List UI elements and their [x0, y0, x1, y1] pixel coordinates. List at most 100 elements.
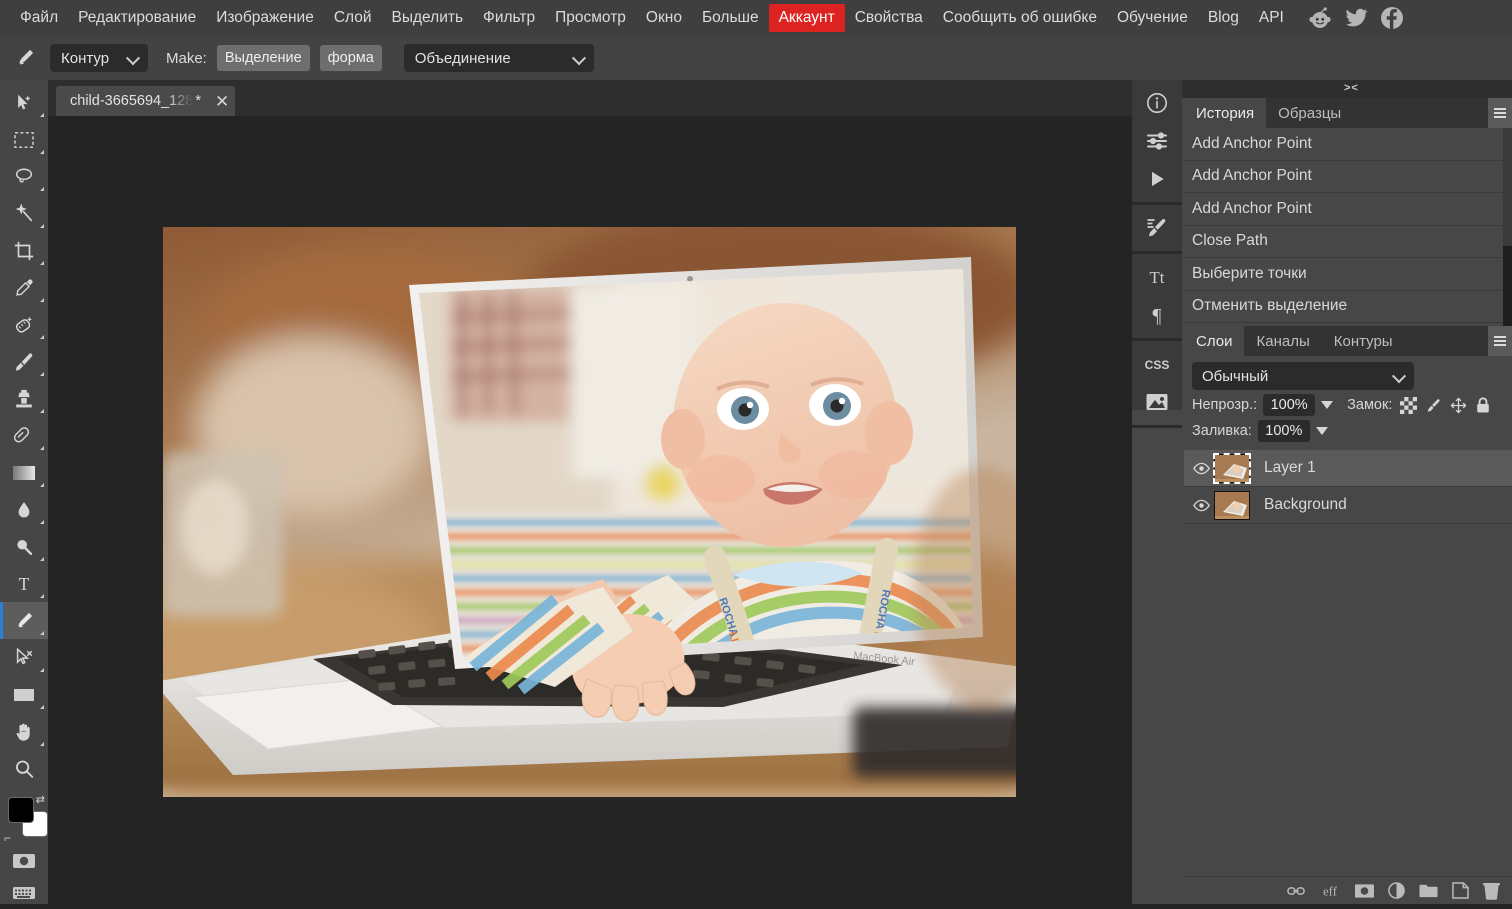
gradient-tool[interactable] [0, 454, 48, 491]
path-operation-select[interactable]: ОбъединениеВычитаниеПересечениеИсключени… [404, 44, 594, 72]
layer-row[interactable]: Layer 1 [1184, 450, 1512, 487]
menu-bar: Файл Редактирование Изображение Слой Выд… [0, 0, 1512, 36]
link-layers-icon[interactable] [1287, 885, 1305, 897]
tab-swatches[interactable]: Образцы [1266, 98, 1353, 128]
opacity-input[interactable] [1263, 394, 1315, 416]
menu-item-report-bug[interactable]: Сообщить об ошибке [933, 4, 1107, 32]
reset-colors-icon[interactable]: ⌐ [4, 831, 11, 845]
swap-colors-icon[interactable]: ⇄ [36, 793, 45, 806]
layer-visibility-icon[interactable] [1190, 462, 1212, 475]
history-panel-tabs: История Образцы [1184, 98, 1512, 128]
keyboard-shortcuts-icon[interactable] [0, 877, 48, 909]
css-icon[interactable]: CSS [1132, 345, 1182, 383]
document-tab[interactable]: child-3665694_128 * ✕ [56, 86, 235, 116]
history-entry[interactable]: Add Anchor Point [1184, 128, 1512, 161]
path-mode-select[interactable]: КонтурПикселиФорма [50, 44, 148, 72]
menu-item-blog[interactable]: Blog [1198, 4, 1249, 32]
delete-layer-icon[interactable] [1483, 882, 1500, 900]
menu-item-account[interactable]: Аккаунт [769, 4, 845, 32]
type-tool[interactable]: T [0, 565, 48, 602]
lock-all-icon[interactable] [1475, 397, 1491, 414]
reddit-icon[interactable] [1308, 6, 1332, 30]
menu-item-file[interactable]: Файл [10, 4, 68, 32]
menu-item-filter[interactable]: Фильтр [473, 4, 545, 32]
tab-paths[interactable]: Контуры [1322, 326, 1405, 356]
clone-stamp-tool[interactable] [0, 380, 48, 417]
lock-transparency-icon[interactable] [1400, 397, 1417, 414]
svg-text:T: T [19, 573, 30, 593]
foreground-color-swatch[interactable] [8, 797, 34, 823]
magic-wand-tool[interactable] [0, 195, 48, 232]
eraser-tool[interactable] [0, 417, 48, 454]
blend-mode-select[interactable]: ОбычныйРастворениеУмножениеЭкранПерекрыт… [1192, 362, 1414, 390]
actions-play-icon[interactable] [1132, 160, 1182, 198]
menu-item-properties[interactable]: Свойства [845, 4, 933, 32]
layer-visibility-icon[interactable] [1190, 499, 1212, 512]
menu-item-api[interactable]: API [1249, 4, 1294, 32]
lasso-tool[interactable] [0, 158, 48, 195]
tool-corner-marker [40, 224, 44, 228]
move-tool[interactable] [0, 84, 48, 121]
collapse-right-icon[interactable]: >< [1344, 82, 1359, 94]
canvas-area[interactable]: child-3665694_128 * ✕ [48, 80, 1132, 904]
adjustments-sliders-icon[interactable] [1132, 122, 1182, 160]
history-entry[interactable]: Add Anchor Point [1184, 161, 1512, 194]
document-tab-bar: child-3665694_128 * ✕ [48, 80, 1132, 116]
shape-tool[interactable] [0, 676, 48, 713]
twitter-icon[interactable] [1344, 6, 1368, 30]
facebook-icon[interactable] [1380, 6, 1404, 30]
layer-row[interactable]: Background [1184, 487, 1512, 524]
tab-layers[interactable]: Слои [1184, 326, 1244, 356]
menu-item-select[interactable]: Выделить [382, 4, 474, 32]
menu-item-image[interactable]: Изображение [206, 4, 324, 32]
zoom-tool[interactable] [0, 750, 48, 787]
history-entry[interactable]: Выберите точки [1184, 258, 1512, 291]
make-selection-button[interactable]: Выделение [217, 45, 310, 71]
brushes-icon[interactable] [1132, 209, 1182, 247]
new-group-icon[interactable] [1419, 883, 1438, 898]
social-links [1308, 6, 1404, 30]
screenshot-tool[interactable] [0, 845, 48, 877]
paragraph-icon[interactable]: ¶ [1132, 296, 1182, 334]
character-icon[interactable]: Tt [1132, 258, 1182, 296]
layer-effects-icon[interactable]: eff [1319, 883, 1341, 899]
adjustment-layer-icon[interactable] [1388, 882, 1405, 899]
hand-tool[interactable] [0, 713, 48, 750]
history-panel-menu-icon[interactable] [1488, 98, 1512, 128]
layers-panel-menu-icon[interactable] [1488, 326, 1512, 356]
layer-mask-icon[interactable] [1355, 884, 1374, 898]
tab-history[interactable]: История [1184, 98, 1266, 128]
brush-tool[interactable] [0, 343, 48, 380]
menu-item-window[interactable]: Окно [636, 4, 692, 32]
lock-position-icon[interactable] [1450, 397, 1467, 414]
make-shape-button[interactable]: форма [320, 45, 382, 71]
fill-input[interactable] [1258, 420, 1310, 442]
image-icon[interactable] [1132, 383, 1182, 421]
dodge-tool[interactable] [0, 528, 48, 565]
history-entry[interactable]: Close Path [1184, 226, 1512, 259]
pen-tool[interactable] [0, 602, 48, 639]
canvas-image[interactable]: MacBook Air [163, 227, 1016, 797]
eyedropper-tool[interactable] [0, 269, 48, 306]
crop-tool[interactable] [0, 232, 48, 269]
opacity-dropdown-icon[interactable] [1321, 401, 1333, 409]
menu-item-more[interactable]: Больше [692, 4, 769, 32]
tab-channels[interactable]: Каналы [1244, 326, 1321, 356]
info-icon[interactable] [1132, 84, 1182, 122]
lock-pixels-icon[interactable] [1425, 397, 1442, 414]
history-entry[interactable]: Отменить выделение [1184, 291, 1512, 324]
color-swatches[interactable]: ⇄ ⌐ [0, 793, 48, 845]
menu-item-view[interactable]: Просмотр [545, 4, 636, 32]
menu-item-learn[interactable]: Обучение [1107, 4, 1198, 32]
path-selection-tool[interactable] [0, 639, 48, 676]
tool-corner-marker [40, 520, 44, 524]
marquee-tool[interactable] [0, 121, 48, 158]
close-icon[interactable]: ✕ [215, 93, 229, 110]
new-layer-icon[interactable] [1452, 882, 1469, 899]
healing-brush-tool[interactable] [0, 306, 48, 343]
history-entry[interactable]: Add Anchor Point [1184, 193, 1512, 226]
menu-item-layer[interactable]: Слой [324, 4, 382, 32]
fill-dropdown-icon[interactable] [1316, 427, 1328, 435]
blur-tool[interactable] [0, 491, 48, 528]
menu-item-edit[interactable]: Редактирование [68, 4, 206, 32]
